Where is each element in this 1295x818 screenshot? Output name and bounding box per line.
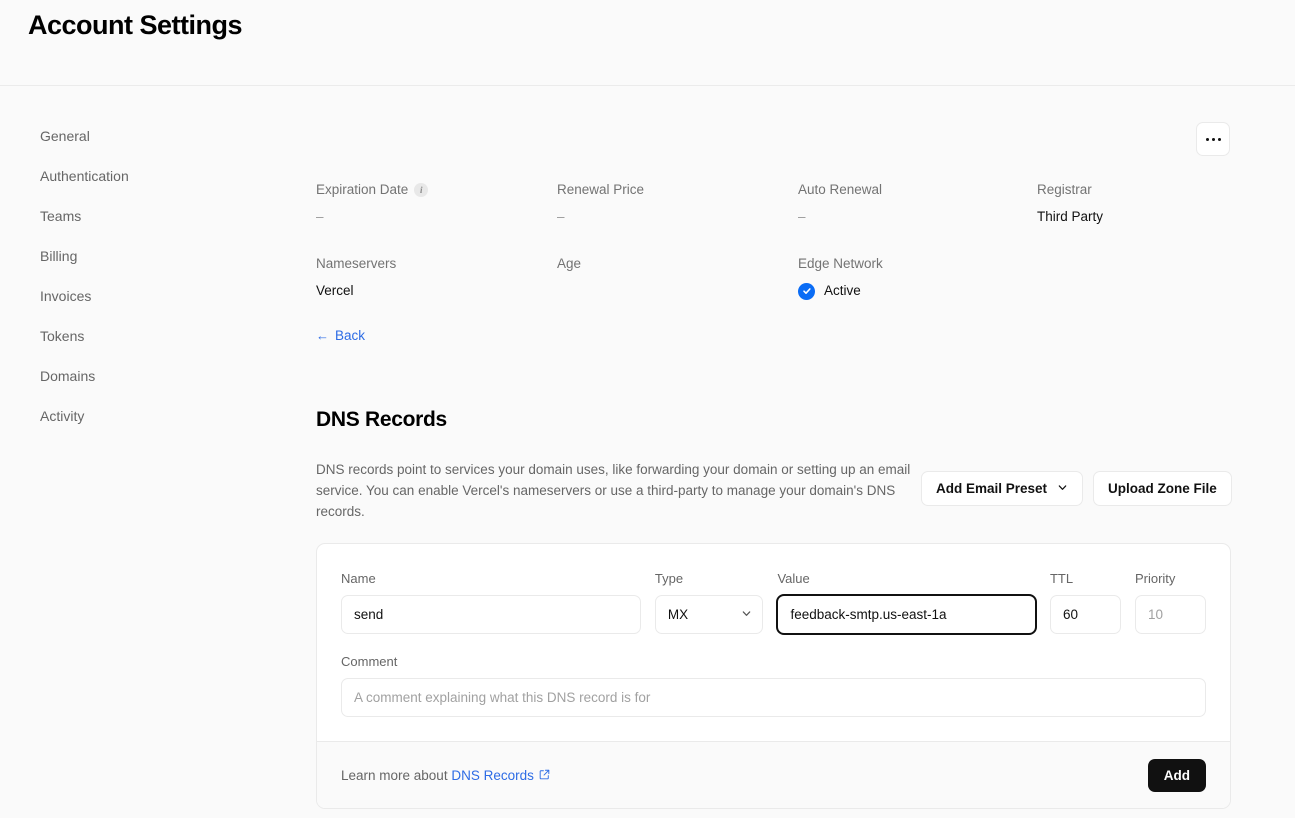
dns-records-doc-link-label: DNS Records <box>451 767 534 783</box>
field-comment-label: Comment <box>341 654 398 669</box>
name-input[interactable] <box>341 595 641 634</box>
back-link-label: Back <box>335 328 366 343</box>
info-value: – <box>316 209 324 224</box>
field-priority: Priority <box>1134 570 1206 634</box>
sidebar-item-general[interactable]: General <box>40 126 250 146</box>
settings-sidebar: General Authentication Teams Billing Inv… <box>40 126 250 446</box>
add-email-preset-label: Add Email Preset <box>936 481 1048 496</box>
field-name: Name <box>341 570 641 634</box>
ttl-input[interactable] <box>1049 595 1121 634</box>
field-comment: Comment <box>341 653 1206 717</box>
info-icon[interactable]: i <box>414 183 429 197</box>
field-ttl: TTL <box>1049 570 1121 634</box>
type-select[interactable]: AAAAAALIASCAACNAMEMXSRVTXTNS <box>654 595 764 634</box>
ellipsis-icon <box>1217 137 1221 141</box>
info-field-age: Age <box>557 254 798 301</box>
overflow-menu-button[interactable] <box>1196 122 1230 156</box>
info-label: Auto Renewal <box>798 182 883 197</box>
info-label: Nameservers <box>316 256 397 271</box>
dns-records-heading: DNS Records <box>316 408 447 431</box>
dns-record-form-footer: Learn more about DNS Records Add <box>317 741 1230 808</box>
info-label: Edge Network <box>798 256 883 271</box>
dns-actions: Add Email Preset Upload Zone File <box>921 471 1232 506</box>
info-label: Expiration Date i <box>316 180 557 200</box>
info-field-expiration-date: Expiration Date i – <box>316 180 557 227</box>
comment-input[interactable] <box>341 678 1206 717</box>
ellipsis-icon <box>1211 137 1215 141</box>
field-name-label: Name <box>341 571 376 586</box>
value-input[interactable] <box>777 595 1036 634</box>
status-badge: Active <box>798 281 1037 301</box>
arrow-left-icon: ← <box>316 328 329 343</box>
ellipsis-icon <box>1205 137 1209 141</box>
info-value: – <box>798 209 806 224</box>
field-priority-label: Priority <box>1134 571 1176 586</box>
check-circle-icon <box>798 282 815 300</box>
field-value: Value <box>777 570 1036 634</box>
sidebar-item-teams[interactable]: Teams <box>40 206 250 226</box>
domain-info-grid: Expiration Date i – Renewal Price – Auto… <box>316 180 1231 301</box>
field-ttl-label: TTL <box>1049 571 1074 586</box>
dns-form-row: Name Type AAAAAALIASCAACNAMEMXSRVTXTNS V… <box>341 570 1206 634</box>
info-field-nameservers: Nameservers Vercel <box>316 254 557 301</box>
info-label: Renewal Price <box>557 182 645 197</box>
learn-more-prefix: Learn more about <box>341 767 448 783</box>
external-link-icon <box>539 768 550 783</box>
add-email-preset-button[interactable]: Add Email Preset <box>921 471 1084 506</box>
sidebar-item-activity[interactable]: Activity <box>40 406 250 426</box>
page-header: Account Settings <box>0 0 1295 86</box>
status-badge-label: Active <box>824 283 861 298</box>
info-value: Vercel <box>316 283 354 298</box>
chevron-down-icon <box>1057 481 1068 496</box>
dns-records-description: DNS records point to services your domai… <box>316 462 911 520</box>
sidebar-item-tokens[interactable]: Tokens <box>40 326 250 346</box>
sidebar-item-domains[interactable]: Domains <box>40 366 250 386</box>
info-label: Age <box>557 256 582 271</box>
info-label: Registrar <box>1037 182 1092 197</box>
sidebar-item-billing[interactable]: Billing <box>40 246 250 266</box>
sidebar-item-invoices[interactable]: Invoices <box>40 286 250 306</box>
info-field-edge-network: Edge Network Active <box>798 254 1037 301</box>
info-value: Third Party <box>1037 209 1104 224</box>
priority-input[interactable] <box>1134 595 1206 634</box>
page-root: Account Settings General Authentication … <box>0 0 1295 818</box>
field-type: Type AAAAAALIASCAACNAMEMXSRVTXTNS <box>654 570 764 634</box>
info-value: – <box>557 209 565 224</box>
info-field-auto-renewal: Auto Renewal – <box>798 180 1037 227</box>
sidebar-item-authentication[interactable]: Authentication <box>40 166 250 186</box>
field-type-label: Type <box>654 571 684 586</box>
dns-record-form-card: Name Type AAAAAALIASCAACNAMEMXSRVTXTNS V… <box>316 543 1231 809</box>
info-field-registrar: Registrar Third Party <box>1037 180 1231 227</box>
field-value-label: Value <box>777 571 810 586</box>
info-field-renewal-price: Renewal Price – <box>557 180 798 227</box>
learn-more-text: Learn more about DNS Records <box>341 768 550 783</box>
dns-record-form-body: Name Type AAAAAALIASCAACNAMEMXSRVTXTNS V… <box>317 544 1230 741</box>
type-select-wrap: AAAAAALIASCAACNAMEMXSRVTXTNS <box>654 595 764 634</box>
upload-zone-file-button[interactable]: Upload Zone File <box>1093 471 1232 506</box>
dns-records-doc-link[interactable]: DNS Records <box>451 768 550 783</box>
page-title: Account Settings <box>28 10 243 40</box>
add-record-button[interactable]: Add <box>1147 758 1206 792</box>
back-link[interactable]: ← Back <box>316 328 365 343</box>
